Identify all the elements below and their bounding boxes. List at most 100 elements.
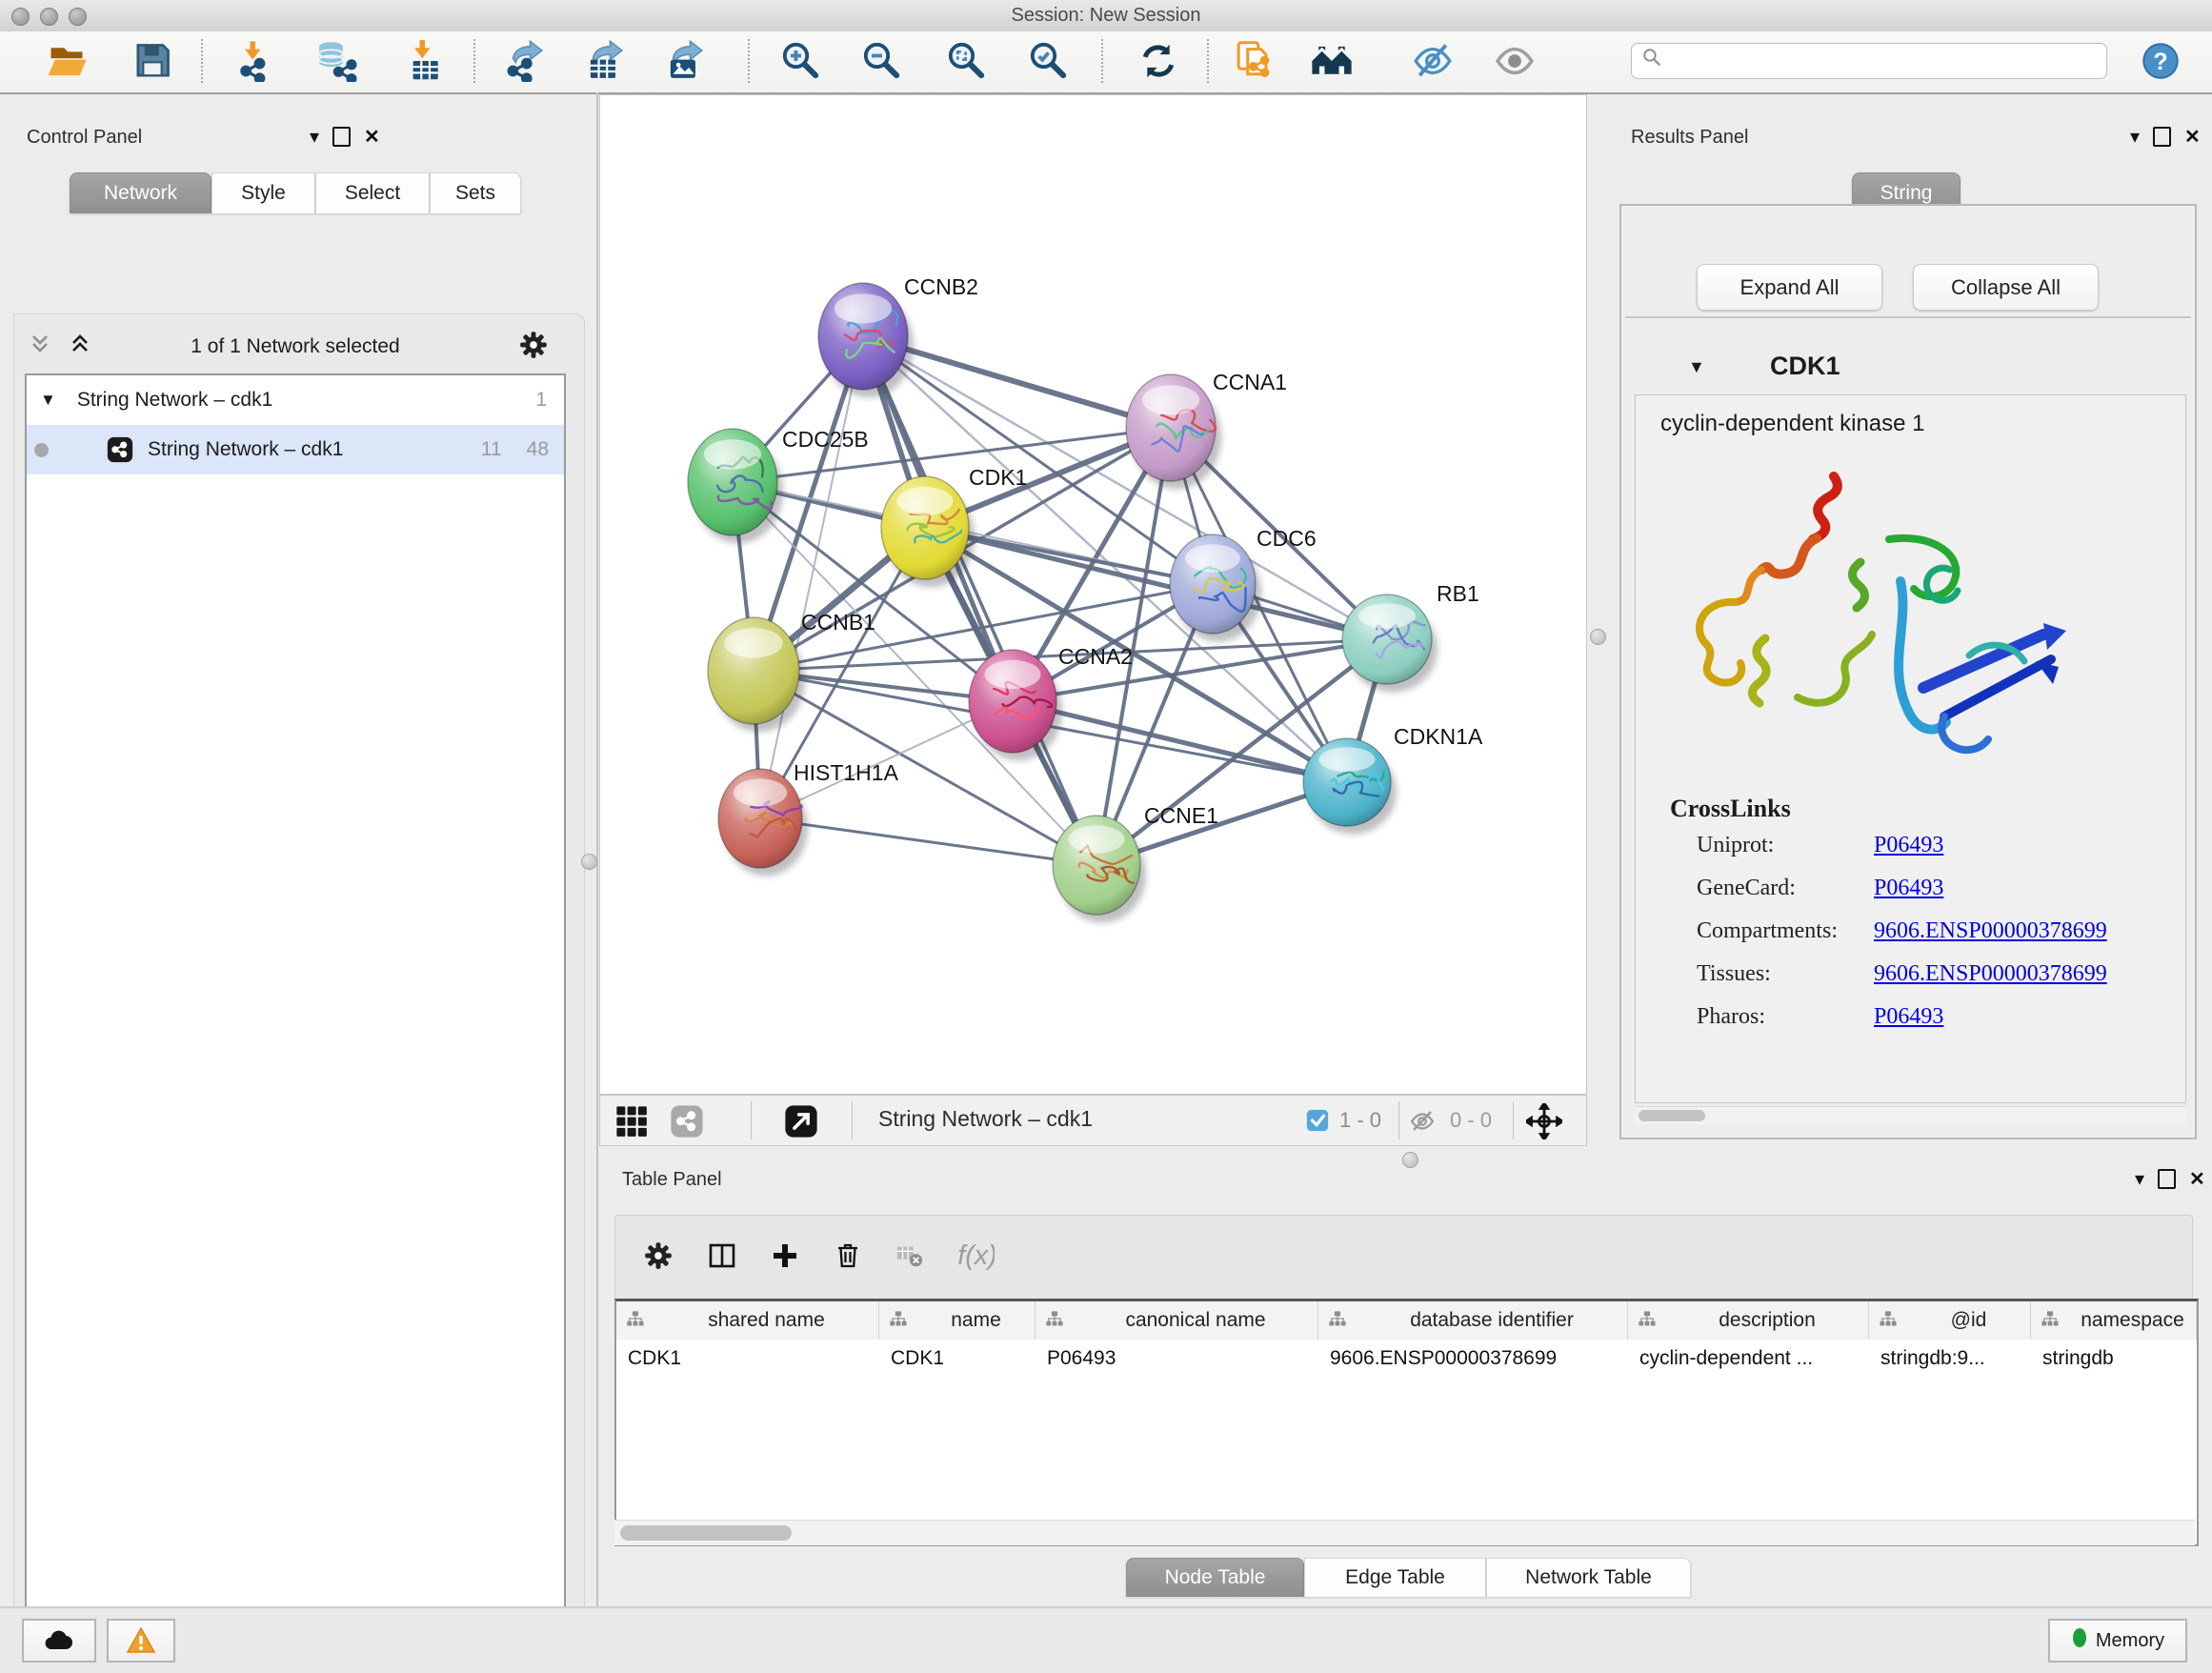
node-CDKN1A[interactable] [1303,738,1397,835]
network-overview-button[interactable] [1309,38,1355,84]
node-RB1[interactable] [1342,595,1438,693]
table-options-gear-button[interactable] [642,1240,674,1277]
results-panel-close-icon[interactable]: ✕ [2184,128,2201,147]
right-splitter-handle[interactable] [1590,629,1606,645]
hide-selected-button[interactable] [1410,38,1456,84]
crosslink-link[interactable]: P06493 [1874,1004,1943,1030]
search-icon [1641,47,1666,76]
results-panel-float-icon[interactable] [2153,127,2171,147]
node-CCNA1[interactable] [1126,374,1221,489]
column-header-namespace[interactable]: namespace [2031,1301,2197,1340]
table-cell[interactable]: CDK1 [628,1340,875,1378]
tab-select[interactable]: Select [315,172,430,213]
show-all-button[interactable] [1492,38,1538,84]
chevrons-down-icon [29,333,51,355]
column-header--id[interactable]: @id [1869,1301,2031,1340]
control-panel-float-icon[interactable] [332,127,351,147]
tab-edge-table[interactable]: Edge Table [1304,1558,1486,1597]
zoom-out-button[interactable] [859,38,905,84]
collapse-triangle-icon[interactable]: ▼ [40,391,56,410]
collapse-all-networks-icon[interactable] [29,333,51,360]
results-hscrollbar[interactable] [1635,1106,2186,1124]
table-cell[interactable]: 9606.ENSP00000378699 [1330,1340,1624,1378]
table-cell[interactable]: cyclin-dependent ... [1639,1340,1865,1378]
refresh-view-button[interactable] [1136,38,1181,84]
birds-eye-view-icon[interactable] [613,1103,648,1142]
import-table-file-button[interactable] [402,38,448,84]
delete-column-button[interactable] [833,1240,863,1276]
node-CCNB1[interactable] [708,617,805,732]
add-column-button[interactable] [770,1240,800,1276]
detach-view-icon[interactable] [783,1103,819,1144]
table-panel-close-icon[interactable]: ✕ [2189,1170,2205,1189]
tab-style[interactable]: Style [211,172,315,213]
search-input[interactable] [1666,50,2089,73]
node-CDC25B[interactable] [688,429,783,543]
gene-collapse-triangle-icon[interactable]: ▼ [1688,357,1705,377]
network-row-selected[interactable]: String Network – cdk1 11 48 [27,425,564,474]
pan-crosshair-icon[interactable] [1526,1103,1562,1144]
control-panel-menu-icon[interactable]: ▾ [310,128,319,147]
edge-CCNB2-CCNE1[interactable] [863,336,1096,865]
results-panel-menu-icon[interactable]: ▾ [2130,128,2140,147]
warnings-button[interactable] [107,1619,175,1663]
table-cell[interactable]: P06493 [1047,1340,1315,1378]
crosslink-link[interactable]: 9606.ENSP00000378699 [1874,961,2107,987]
table-cell[interactable]: CDK1 [891,1340,1032,1378]
tab-network[interactable]: Network [70,172,211,213]
copy-network-to-clipboard-button[interactable] [1233,38,1278,84]
expand-all-button[interactable]: Expand All [1697,264,1882,311]
table-panel-float-icon[interactable] [2158,1169,2176,1189]
node-CCNB2[interactable] [818,283,914,397]
node-CCNE1[interactable] [1053,816,1146,922]
crosslink-link[interactable]: P06493 [1874,876,1943,901]
edge-CCNA2-CDKN1A[interactable] [1013,701,1347,782]
expand-all-networks-icon[interactable] [69,333,91,360]
node-CCNA2[interactable] [969,650,1062,760]
zoom-fit-button[interactable] [944,38,990,84]
open-file-button[interactable] [44,38,90,84]
save-session-button[interactable] [130,38,175,84]
control-panel-close-icon[interactable]: ✕ [364,128,380,147]
network-collection-row[interactable]: ▼ String Network – cdk1 1 [27,375,564,425]
column-header-description[interactable]: description [1628,1301,1869,1340]
import-network-file-button[interactable] [232,38,278,84]
tab-sets[interactable]: Sets [430,172,521,213]
column-header-name[interactable]: name [879,1301,1036,1340]
import-network-database-button[interactable] [313,38,359,84]
search-field[interactable] [1631,43,2107,79]
table-cell[interactable]: stringdb:9... [1880,1340,2027,1378]
help-button[interactable]: ? [2138,38,2183,84]
string-style-icon[interactable] [669,1103,705,1144]
table-hscrollbar[interactable] [614,1520,2195,1545]
selected-checkbox-icon[interactable] [1305,1108,1330,1138]
left-splitter-handle[interactable] [581,854,597,870]
edge-HIST1H1A-CCNE1[interactable] [760,818,1096,865]
cloud-button[interactable] [22,1619,96,1663]
edge-CCNB2-HIST1H1A[interactable] [760,336,863,818]
tab-network-table[interactable]: Network Table [1486,1558,1691,1597]
crosslink-link[interactable]: 9606.ENSP00000378699 [1874,918,2107,944]
node-CDC6[interactable] [1170,534,1261,641]
column-header-shared-name[interactable]: shared name [616,1301,879,1340]
table-panel-menu-icon[interactable]: ▾ [2135,1170,2144,1189]
collapse-all-button[interactable]: Collapse All [1913,264,2099,311]
column-header-canonical-name[interactable]: canonical name [1036,1301,1318,1340]
column-header-database-identifier[interactable]: database identifier [1318,1301,1628,1340]
node-table[interactable]: shared namenamecanonical namedatabase id… [614,1299,2199,1546]
export-network-button[interactable] [502,38,548,84]
node-CDK1[interactable] [881,476,975,587]
string-network-graph[interactable]: CCNB2CCNA1CDC25BCDK1CDC6RB1CCNB1CCNA2CDK… [600,95,1586,1094]
show-columns-button[interactable] [707,1240,737,1276]
export-image-button[interactable] [662,38,708,84]
export-table-button[interactable] [582,38,628,84]
tab-node-table[interactable]: Node Table [1126,1558,1304,1597]
network-options-gear-icon[interactable] [517,329,550,366]
zoom-in-button[interactable] [778,38,824,84]
network-view-canvas[interactable]: CCNB2CCNA1CDC25BCDK1CDC6RB1CCNB1CCNA2CDK… [599,94,1587,1095]
zoom-selected-button[interactable] [1026,38,1072,84]
table-cell[interactable]: stringdb [2042,1340,2193,1378]
crosslink-link[interactable]: P06493 [1874,833,1943,858]
network-list: ▼ String Network – cdk1 1 String Network… [25,373,566,1645]
memory-button[interactable]: Memory [2048,1619,2187,1663]
